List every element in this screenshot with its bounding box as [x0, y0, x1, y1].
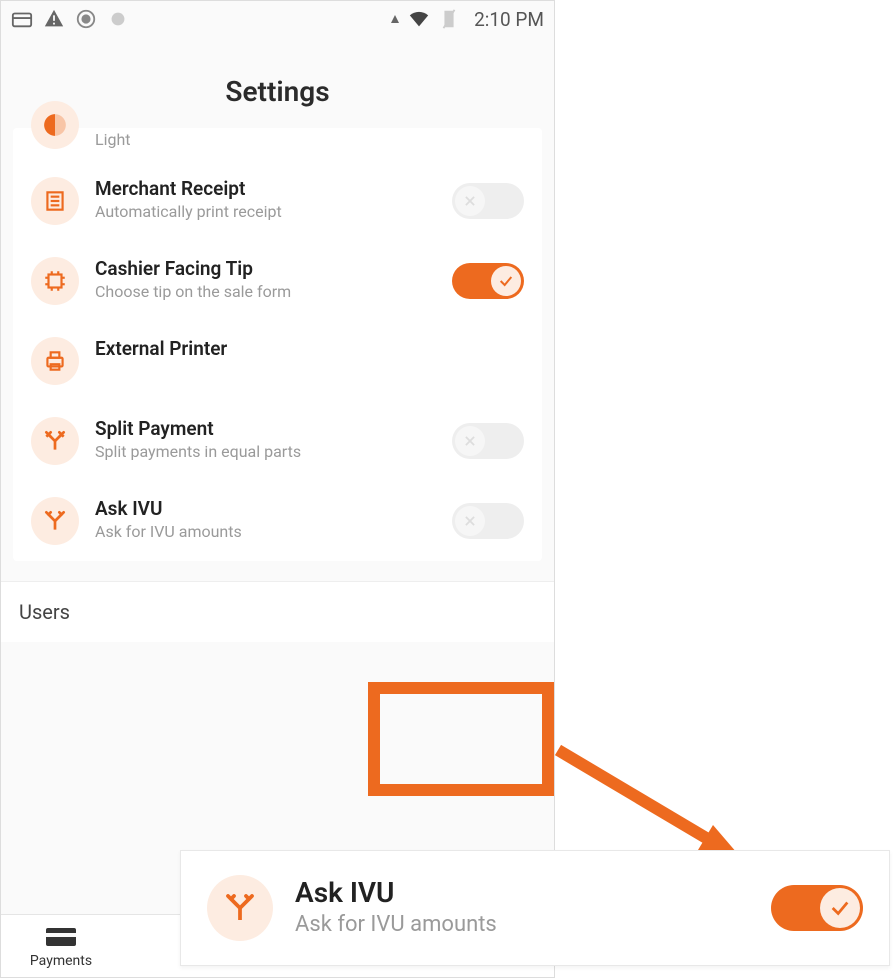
- settings-list: Light Merchant Receipt Automatically pri…: [13, 128, 542, 561]
- status-bar: 2:10 PM: [1, 1, 554, 37]
- ask-ivu-subtitle: Ask for IVU amounts: [95, 522, 436, 543]
- overlay-ask-ivu-title: Ask IVU: [295, 876, 749, 909]
- ask-ivu-toggle[interactable]: [452, 503, 524, 539]
- split-icon: [31, 417, 79, 465]
- check-icon: [820, 888, 860, 928]
- payments-tab-label: Payments: [30, 953, 92, 969]
- split-payment-subtitle: Split payments in equal parts: [95, 442, 436, 463]
- printer-icon: [31, 337, 79, 385]
- setting-external-printer[interactable]: External Printer: [13, 321, 542, 401]
- merchant-receipt-subtitle: Automatically print receipt: [95, 202, 436, 223]
- setting-merchant-receipt[interactable]: Merchant Receipt Automatically print rec…: [13, 161, 542, 241]
- ask-ivu-title: Ask IVU: [95, 497, 436, 520]
- overlay-ask-ivu-subtitle: Ask for IVU amounts: [295, 911, 749, 940]
- users-section[interactable]: Users: [1, 581, 554, 642]
- x-icon: [455, 186, 485, 216]
- external-printer-title: External Printer: [95, 337, 524, 360]
- sim-icon: [438, 8, 460, 30]
- merchant-receipt-title: Merchant Receipt: [95, 177, 436, 200]
- dot-icon: [107, 8, 129, 30]
- payments-tab-icon: [44, 925, 78, 949]
- setting-theme[interactable]: Light: [13, 128, 542, 161]
- split-payment-title: Split Payment: [95, 417, 436, 440]
- receipt-icon: [31, 177, 79, 225]
- caret-icon: [390, 8, 400, 30]
- theme-icon: [31, 101, 79, 149]
- circle-icon: [75, 8, 97, 30]
- overlay-ask-ivu-toggle[interactable]: [771, 885, 863, 931]
- wifi-icon: [408, 8, 430, 30]
- split-payment-toggle[interactable]: [452, 423, 524, 459]
- check-icon: [491, 266, 521, 296]
- theme-subtitle: Light: [95, 130, 524, 151]
- merchant-receipt-toggle[interactable]: [452, 183, 524, 219]
- cashier-tip-toggle[interactable]: [452, 263, 524, 299]
- page-title: Settings: [1, 37, 554, 128]
- cashier-tip-title: Cashier Facing Tip: [95, 257, 436, 280]
- setting-split-payment[interactable]: Split Payment Split payments in equal pa…: [13, 401, 542, 481]
- annotation-overlay-ask-ivu: Ask IVU Ask for IVU amounts: [180, 850, 890, 966]
- x-icon: [455, 426, 485, 456]
- card-icon: [11, 8, 33, 30]
- chip-icon: [31, 257, 79, 305]
- split-icon: [207, 875, 273, 941]
- warning-icon: [43, 8, 65, 30]
- setting-cashier-tip[interactable]: Cashier Facing Tip Choose tip on the sal…: [13, 241, 542, 321]
- x-icon: [455, 506, 485, 536]
- setting-ask-ivu[interactable]: Ask IVU Ask for IVU amounts: [13, 481, 542, 561]
- split-icon: [31, 497, 79, 545]
- tab-payments[interactable]: Payments: [1, 925, 121, 969]
- phone-frame: 2:10 PM Settings Light Merchant Receipt …: [0, 0, 555, 978]
- cashier-tip-subtitle: Choose tip on the sale form: [95, 282, 436, 303]
- status-time: 2:10 PM: [474, 8, 544, 31]
